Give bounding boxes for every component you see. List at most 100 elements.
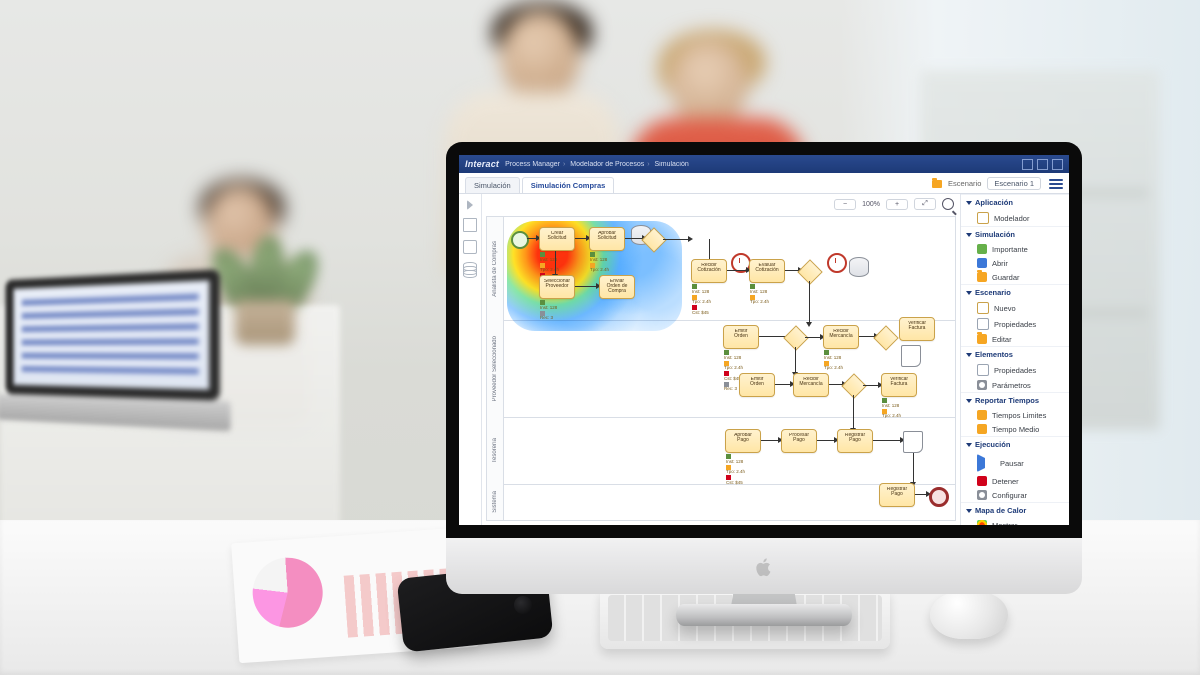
palette-item[interactable]: Configurar <box>961 488 1069 502</box>
task-node[interactable]: Procesar Pago <box>781 429 817 453</box>
datastore-node[interactable] <box>849 257 869 277</box>
palette-section-header[interactable]: Simulación <box>961 226 1069 242</box>
palette-item[interactable]: Parámetros <box>961 378 1069 392</box>
document-tool-icon[interactable] <box>463 218 477 232</box>
minimize-button[interactable] <box>1022 159 1033 170</box>
task-node[interactable]: Aprobar Pago Inst: 128Tpo: 2.4hCst: $45 <box>725 429 761 453</box>
search-icon[interactable] <box>942 198 954 210</box>
task-node[interactable]: Enviar Orden de Compra <box>599 275 635 299</box>
palette-section-title: Simulación <box>975 230 1015 239</box>
palette-item-label: Propiedades <box>994 320 1036 329</box>
gateway-node[interactable] <box>873 325 898 350</box>
breadcrumb-item[interactable]: Process Manager <box>505 161 560 168</box>
folder-icon <box>977 334 987 344</box>
process-canvas[interactable]: − 100% + ⤢ Analista de Compras Proveedo <box>482 194 960 525</box>
document-node[interactable] <box>901 345 921 367</box>
breadcrumb-item[interactable]: Simulación <box>655 161 689 168</box>
palette-item-label: Configurar <box>992 491 1027 500</box>
breadcrumb-item[interactable]: Modelador de Procesos <box>570 161 644 168</box>
flag-icon <box>977 454 995 472</box>
chevron-down-icon <box>966 399 972 403</box>
chevron-down-icon <box>966 509 972 513</box>
task-node[interactable]: Crear Solicitud Inst: 128Tpo: 2.4hCst: $… <box>539 227 575 251</box>
palette-item[interactable]: Pausar <box>961 452 1069 474</box>
task-node[interactable]: Evaluar Cotización Inst: 128Tpo: 2.4h <box>749 259 785 283</box>
palette-section-header[interactable]: Escenario <box>961 284 1069 300</box>
zoom-out-button[interactable]: − <box>834 199 856 210</box>
gateway-node[interactable] <box>841 373 866 398</box>
gateway-node[interactable] <box>783 325 808 350</box>
blue-icon <box>977 258 987 268</box>
task-node[interactable]: Aprobar Solicitud Inst: 128Tpo: 2.4h <box>589 227 625 251</box>
breadcrumb: Process Manager› Modelador de Procesos› … <box>505 161 689 168</box>
palette-item[interactable]: Propiedades <box>961 316 1069 332</box>
palette-section-header[interactable]: Aplicación <box>961 194 1069 210</box>
folder-icon <box>932 180 942 188</box>
task-node[interactable]: Seleccionar Proveedor Inst: 128Rec: 3 <box>539 275 575 299</box>
task-node[interactable]: Verificar Factura Inst: 128Tpo: 2.4h <box>881 373 917 397</box>
gateway-node[interactable] <box>797 259 822 284</box>
document-node[interactable] <box>903 431 923 453</box>
palette-section-header[interactable]: Mapa de Calor <box>961 502 1069 518</box>
gear-icon <box>977 490 987 500</box>
task-node[interactable]: Registrar Pago <box>879 483 915 507</box>
maximize-button[interactable] <box>1037 159 1048 170</box>
shape-tool-icon[interactable] <box>463 240 477 254</box>
task-node[interactable]: Emitir Orden Inst: 128Tpo: 2.4hCst: $45R… <box>723 325 759 349</box>
palette-item-label: Propiedades <box>994 366 1036 375</box>
chevron-down-icon <box>966 291 972 295</box>
mouse <box>930 591 1008 639</box>
palette-item-label: Pausar <box>1000 459 1024 468</box>
task-node[interactable]: Recibir Mercancía <box>793 373 829 397</box>
palette-item[interactable]: Propiedades <box>961 362 1069 378</box>
app-titlebar: Interact Process Manager› Modelador de P… <box>459 155 1069 173</box>
canvas-toolbar: − 100% + ⤢ <box>834 198 954 210</box>
palette-item-label: Tiempos Limites <box>992 411 1046 420</box>
scenario-select[interactable]: Escenario 1 <box>987 177 1041 190</box>
zoom-in-button[interactable]: + <box>886 199 908 210</box>
palette-item[interactable]: Editar <box>961 332 1069 346</box>
palette-item[interactable]: Importante <box>961 242 1069 256</box>
palette-item-label: Detener <box>992 477 1019 486</box>
palette-item[interactable]: Tiempo Medio <box>961 422 1069 436</box>
flow-icon <box>977 212 989 224</box>
palette-item-label: Parámetros <box>992 381 1031 390</box>
palette-item-label: Editar <box>992 335 1012 344</box>
task-node[interactable]: Verificar Factura <box>899 317 935 341</box>
window-controls <box>1022 159 1063 170</box>
palette-item[interactable]: Tiempos Limites <box>961 408 1069 422</box>
datastore-tool-icon[interactable] <box>463 262 477 278</box>
palette-item[interactable]: Guardar <box>961 270 1069 284</box>
start-event[interactable] <box>511 231 529 249</box>
close-button[interactable] <box>1052 159 1063 170</box>
palette-section-title: Elementos <box>975 350 1013 359</box>
palette-item-label: Mostrar <box>992 521 1017 526</box>
zoom-value: 100% <box>862 201 880 208</box>
task-node[interactable]: Recibir Mercancía Inst: 128Tpo: 2.4h <box>823 325 859 349</box>
palette-section-header[interactable]: Elementos <box>961 346 1069 362</box>
red-icon <box>977 476 987 486</box>
document-tabbar: Simulación Simulación Compras Escenario … <box>459 173 1069 194</box>
task-node[interactable]: Registrar Pago <box>837 429 873 453</box>
palette-item[interactable]: Abrir <box>961 256 1069 270</box>
palette-item[interactable]: Detener <box>961 474 1069 488</box>
heat-icon <box>977 520 987 525</box>
end-event[interactable] <box>929 487 949 507</box>
menu-button[interactable] <box>1049 179 1063 189</box>
fit-button[interactable]: ⤢ <box>914 198 936 210</box>
folder-icon <box>977 272 987 282</box>
task-node[interactable]: Emitir Orden <box>739 373 775 397</box>
palette-item[interactable]: Modelador <box>961 210 1069 226</box>
palette-item-label: Tiempo Medio <box>992 425 1039 434</box>
chevron-down-icon <box>966 233 972 237</box>
palette-item[interactable]: Nuevo <box>961 300 1069 316</box>
palette-section-header[interactable]: Reportar Tiempos <box>961 392 1069 408</box>
palette-section-header[interactable]: Ejecución <box>961 436 1069 452</box>
tab-simulacion-compras[interactable]: Simulación Compras <box>522 177 615 193</box>
task-node[interactable]: Recibir Cotización Inst: 128Tpo: 2.4hCst… <box>691 259 727 283</box>
pointer-tool-icon[interactable] <box>467 200 473 210</box>
tab-simulacion[interactable]: Simulación <box>465 177 520 193</box>
palette-item[interactable]: Mostrar <box>961 518 1069 525</box>
timer-event[interactable] <box>827 253 847 273</box>
orange-icon <box>977 410 987 420</box>
